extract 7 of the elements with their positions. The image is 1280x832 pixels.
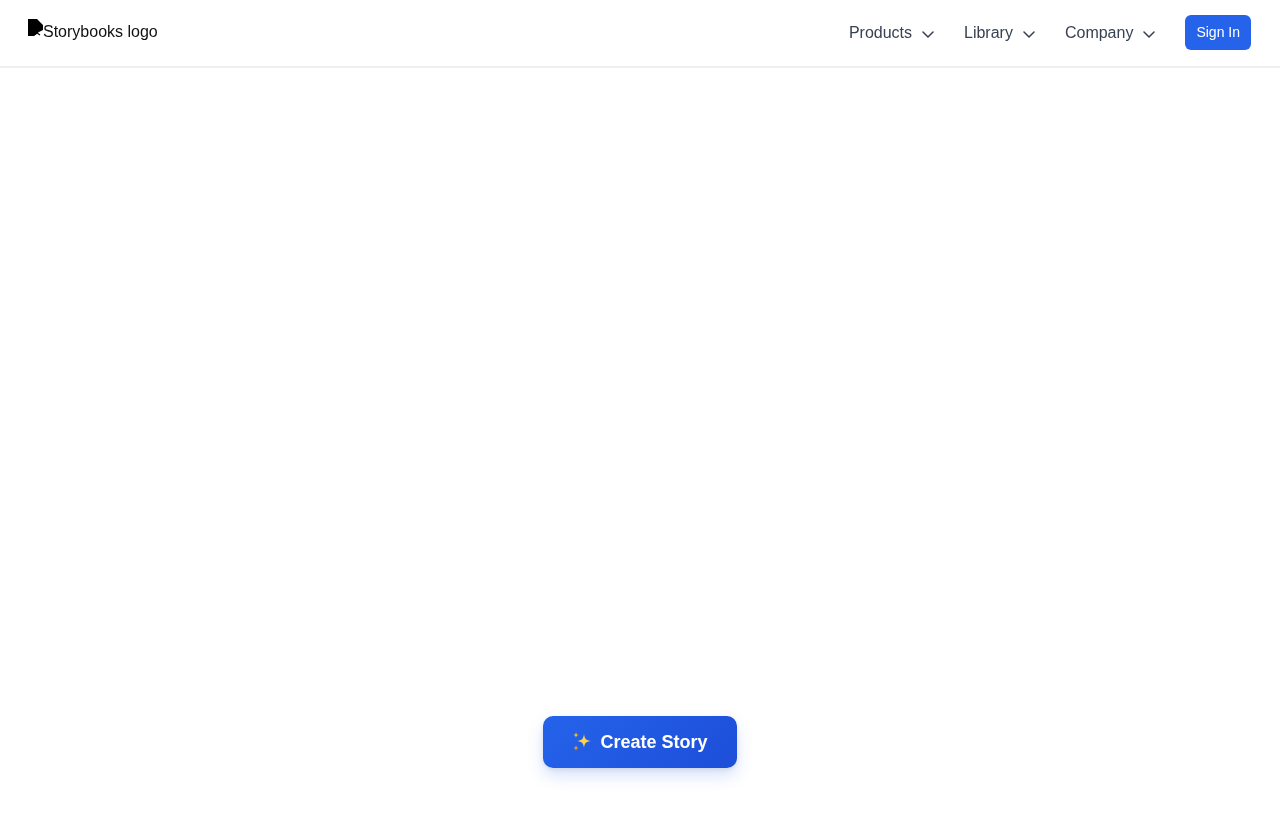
nav-menu-button[interactable]: Products — [848, 23, 934, 43]
broken-image-icon[interactable] — [28, 19, 43, 36]
nav-menu-button[interactable]: Company — [1064, 23, 1156, 43]
create-story-button[interactable]: Create Story — [543, 716, 737, 768]
logo-alt-text[interactable]: Storybooks logo — [43, 22, 158, 42]
nav-menu-button[interactable]: Library — [964, 23, 1035, 43]
sign-in-button[interactable]: Sign In — [1185, 14, 1251, 50]
